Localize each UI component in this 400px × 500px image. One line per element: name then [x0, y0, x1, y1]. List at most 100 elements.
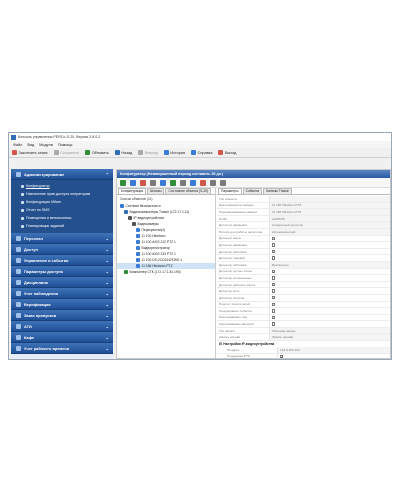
property-value[interactable]: [269, 308, 390, 314]
sidebar-subitem[interactable]: Назначение прав доступа операторам: [11, 190, 113, 198]
tool-icon[interactable]: [180, 179, 186, 186]
tab[interactable]: Состояние объекта (S-20): [165, 188, 212, 194]
tool-icon[interactable]: [140, 179, 146, 186]
property-value[interactable]: [269, 281, 390, 288]
property-value[interactable]: [269, 275, 390, 281]
sidebar-section[interactable]: Параметры доступа ⌄: [11, 266, 113, 277]
checkbox[interactable]: [272, 289, 276, 293]
tab[interactable]: События: [242, 188, 263, 194]
toolbar-button[interactable]: Сохранить: [53, 150, 79, 155]
sidebar-subitem[interactable]: Помещения и мнемосхемы: [11, 214, 113, 222]
sidebar-section[interactable]: Персонал ⌄: [11, 233, 113, 244]
toolbar-button[interactable]: Назад: [114, 150, 132, 155]
property-value[interactable]: [269, 268, 390, 275]
property-value[interactable]: a1d55f7b: [269, 215, 390, 222]
chevron-down-icon: ⌄: [105, 301, 109, 307]
sidebar-section[interactable]: Верификация ⌄: [11, 299, 113, 310]
property-value[interactable]: Обычная запись: [269, 327, 390, 334]
checkbox[interactable]: [272, 269, 276, 274]
sidebar-section[interactable]: Заказ пропусков ⌄: [11, 310, 113, 321]
tab[interactable]: Шлюзы: [147, 188, 165, 194]
menu-item[interactable]: Помощь: [58, 143, 73, 147]
tool-icon[interactable]: [160, 179, 166, 186]
toolbar-button[interactable]: Закончить сеанс: [12, 150, 48, 155]
sidebar-section-admin[interactable]: Администрирование ⌃: [11, 169, 113, 180]
sidebar-section[interactable]: АТИ ⌄: [11, 321, 113, 332]
tool-icon[interactable]: [130, 179, 136, 186]
checkbox[interactable]: [272, 249, 276, 254]
checkbox[interactable]: [272, 282, 276, 287]
property-name: Распознавание лиц: [219, 315, 248, 320]
menu-item[interactable]: Модули: [39, 143, 53, 147]
tree-node-label: 11 100 DS-2CD2442FWD 1: [141, 258, 183, 262]
menu-item[interactable]: Вид: [27, 143, 34, 147]
checkbox[interactable]: ✓: [280, 354, 284, 358]
checkbox[interactable]: [272, 302, 276, 306]
property-value[interactable]: ✓: [277, 353, 390, 359]
tool-icon[interactable]: [170, 179, 176, 186]
property-name: Детектор саботажа: [219, 262, 247, 267]
toolbar-button[interactable]: Выход: [218, 150, 236, 155]
checkbox[interactable]: [272, 236, 276, 241]
tool-icon[interactable]: [200, 179, 206, 186]
sidebar-subitem[interactable]: Планировщик заданий: [11, 222, 113, 230]
property-value[interactable]: [269, 314, 390, 321]
sidebar-section[interactable]: Дисциплина ⌄: [11, 277, 113, 288]
property-row: GUID a1d55f7b: [217, 215, 390, 223]
property-value[interactable]: 192.8.100.104: [277, 347, 390, 353]
toolbar-button[interactable]: Вперед: [138, 150, 158, 155]
tab[interactable]: Каналы Trassir: [263, 188, 292, 194]
menu-item[interactable]: Файл: [13, 143, 22, 147]
sidebar-section[interactable]: Учет рабочего времени ⌄: [11, 343, 113, 354]
property-name: GUID: [219, 216, 227, 221]
tool-icon[interactable]: [120, 179, 126, 186]
checkbox[interactable]: [272, 276, 276, 280]
checkbox[interactable]: [272, 243, 276, 247]
sidebar-section[interactable]: Доступ ⌄: [11, 244, 113, 255]
property-row: Детектор коло: [217, 288, 390, 295]
toolbar-button[interactable]: Обновить: [85, 150, 109, 155]
property-value[interactable]: Аппаратный детектор: [269, 222, 390, 228]
tool-icon[interactable]: [210, 179, 216, 186]
property-value[interactable]: Автоматический: [269, 228, 390, 235]
property-value[interactable]: Запись архива: [269, 334, 390, 341]
checkbox[interactable]: [272, 315, 276, 320]
property-value[interactable]: [269, 255, 390, 261]
property-name: IP-адрес: [227, 347, 240, 352]
tool-icon[interactable]: [220, 179, 226, 186]
sidebar-subitem[interactable]: Конфигуратор: [11, 182, 113, 190]
sidebar-section[interactable]: Учет наблюдения ⌄: [11, 288, 113, 299]
property-value[interactable]: [269, 321, 390, 327]
property-value[interactable]: [269, 294, 390, 301]
property-row: Детектор саботажа Выключено: [217, 261, 390, 269]
object-filter[interactable]: Список объектов (11): [117, 195, 215, 203]
tree-node-label: Видеокомпьютеры Trassir (172.17.1.11): [129, 210, 190, 214]
property-value[interactable]: 11 156 Hikvision PTZ: [269, 202, 390, 209]
checkbox[interactable]: [272, 256, 276, 260]
toolbar-button[interactable]: Справка: [191, 150, 212, 155]
property-value[interactable]: [269, 235, 390, 242]
checkbox[interactable]: [272, 309, 276, 313]
property-value[interactable]: [269, 248, 390, 255]
tab[interactable]: Параметры: [218, 188, 242, 194]
toolbar-button[interactable]: История: [163, 150, 185, 155]
property-value[interactable]: [269, 196, 390, 202]
checkbox[interactable]: [272, 322, 276, 326]
tool-icon[interactable]: [150, 179, 156, 186]
property-value[interactable]: Выключено: [269, 261, 390, 268]
sidebar-section[interactable]: Управление и события ⌄: [11, 255, 113, 266]
sidebar-section[interactable]: Кафе ⌄: [11, 332, 113, 343]
property-value[interactable]: [269, 301, 390, 308]
property-value[interactable]: [269, 242, 390, 248]
tab[interactable]: Конфигурация: [118, 188, 147, 194]
tool-icon[interactable]: [190, 179, 196, 186]
property-name: Детектор коло: [219, 289, 240, 294]
property-row: Детектор лицевой: [217, 255, 390, 262]
property-value[interactable]: [269, 288, 390, 294]
property-value[interactable]: 11 156 Hikvision PTZ: [269, 209, 390, 215]
tree-node[interactable]: Компьютер СТК (172.17.1.81.190): [117, 269, 215, 275]
sidebar-subitem[interactable]: Отчет по SMS: [11, 206, 113, 214]
sidebar-subitem[interactable]: Конфигурация Mifare: [11, 198, 113, 206]
checkbox[interactable]: [272, 296, 276, 300]
section-icon: [16, 312, 21, 318]
